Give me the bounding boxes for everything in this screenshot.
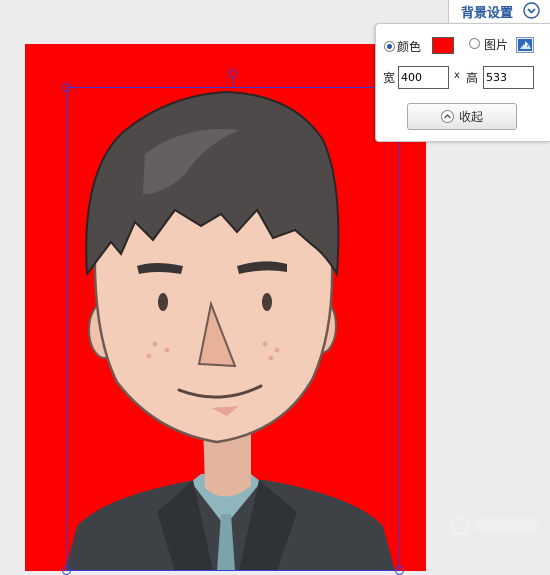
color-radio[interactable] bbox=[384, 41, 395, 52]
watermark-logo bbox=[451, 517, 538, 545]
background-color-swatch[interactable] bbox=[432, 37, 454, 54]
width-label: 宽 bbox=[383, 71, 396, 85]
rotation-handle-stem bbox=[232, 78, 233, 87]
chevron-down-circle-icon[interactable] bbox=[523, 2, 540, 19]
selection-frame[interactable] bbox=[66, 87, 399, 571]
background-settings-header[interactable]: 背景设置 bbox=[448, 0, 550, 24]
height-input[interactable] bbox=[483, 66, 534, 89]
picture-icon[interactable] bbox=[516, 37, 534, 53]
chevron-up-circle-icon bbox=[440, 110, 454, 123]
image-option-label[interactable]: 图片 bbox=[484, 36, 508, 53]
background-settings-title: 背景设置 bbox=[461, 6, 514, 21]
color-option-label[interactable]: 颜色 bbox=[397, 38, 421, 55]
collapse-button[interactable]: 收起 bbox=[407, 103, 517, 130]
height-label: 高 bbox=[466, 71, 479, 85]
rotation-handle[interactable] bbox=[228, 69, 237, 78]
width-input[interactable] bbox=[398, 66, 449, 89]
background-settings-panel: 颜色 图片 宽 x 高 收起 bbox=[375, 23, 550, 142]
times-label: x bbox=[454, 70, 460, 81]
image-radio[interactable] bbox=[469, 38, 480, 49]
collapse-label: 收起 bbox=[458, 110, 483, 124]
resize-handle-top-left[interactable] bbox=[62, 83, 71, 92]
